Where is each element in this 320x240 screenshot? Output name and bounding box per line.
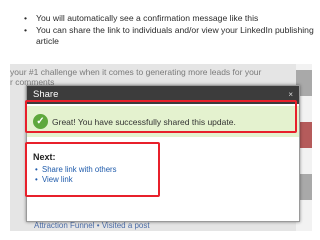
background-activity-text: Attraction Funnel • Visited a post xyxy=(34,221,150,230)
background-text: your #1 challenge when it comes to gener… xyxy=(10,67,262,77)
instruction-bullets: • You will automatically see a confirmat… xyxy=(22,13,318,48)
dialog-title: Share xyxy=(33,89,59,100)
bullet-item: • You will automatically see a confirmat… xyxy=(22,13,318,24)
bullet-text: You can share the link to individuals an… xyxy=(36,25,314,46)
next-steps-highlight-box xyxy=(25,142,160,197)
bullet-dot-icon: • xyxy=(24,13,28,23)
success-highlight-box xyxy=(25,100,297,133)
bullet-text: You will automatically see a confirmatio… xyxy=(36,13,259,23)
bullet-item: • You can share the link to individuals … xyxy=(22,25,318,47)
bullet-dot-icon: • xyxy=(24,25,28,35)
